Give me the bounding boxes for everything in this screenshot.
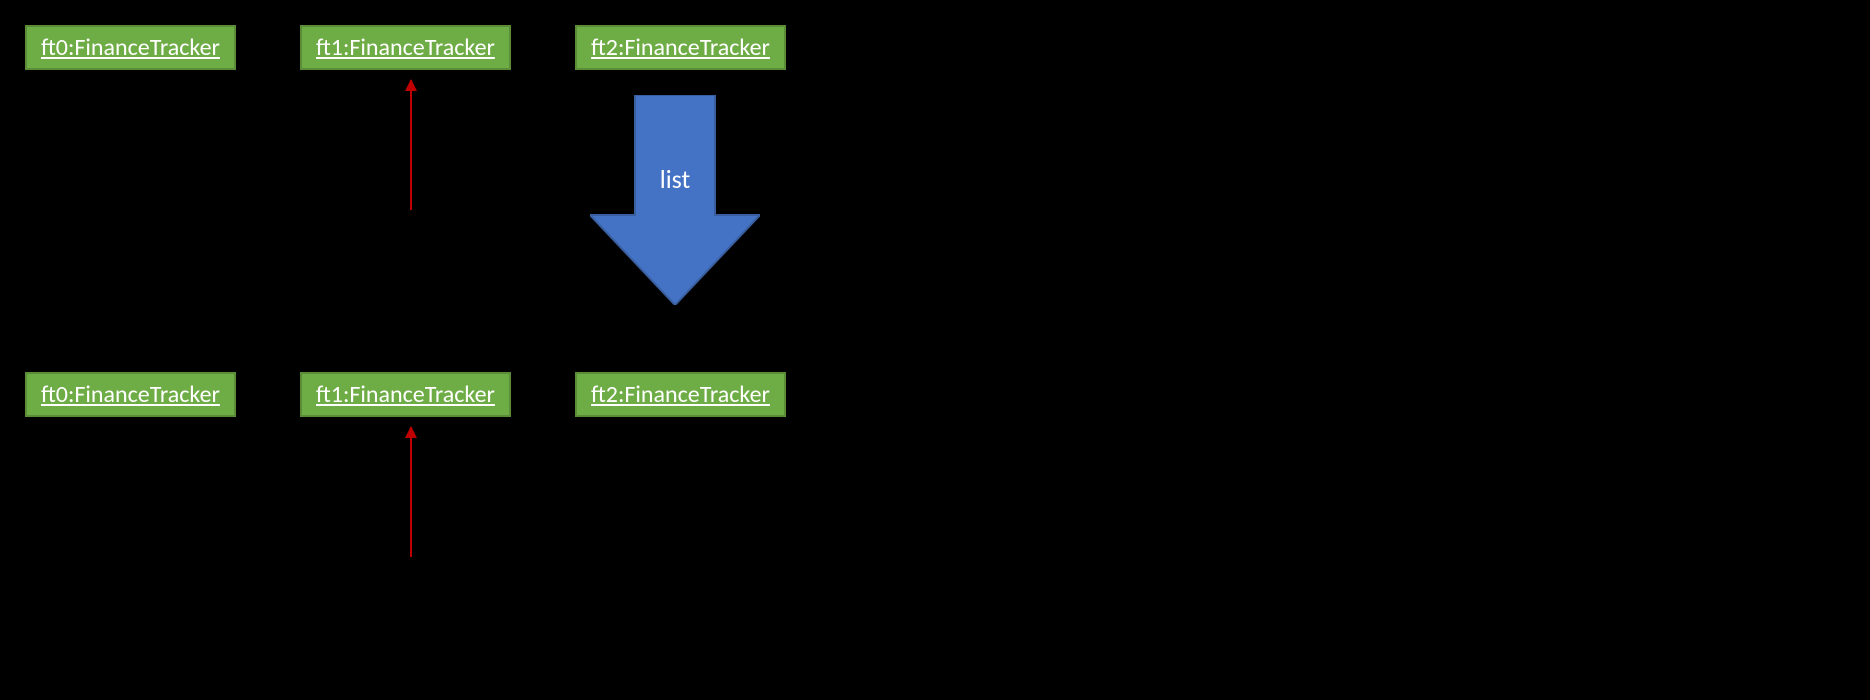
object-ft0-bottom: ft0:FinanceTracker bbox=[25, 372, 236, 417]
object-ft2-bottom: ft2:FinanceTracker bbox=[575, 372, 786, 417]
object-ft2-top: ft2:FinanceTracker bbox=[575, 25, 786, 70]
list-arrow-label: list bbox=[625, 163, 725, 195]
red-arrow-bottom bbox=[410, 427, 412, 557]
object-ft1-top: ft1:FinanceTracker bbox=[300, 25, 511, 70]
object-ft0-top: ft0:FinanceTracker bbox=[25, 25, 236, 70]
red-arrow-top bbox=[410, 80, 412, 210]
object-ft1-bottom: ft1:FinanceTracker bbox=[300, 372, 511, 417]
list-arrow-icon bbox=[590, 95, 760, 310]
